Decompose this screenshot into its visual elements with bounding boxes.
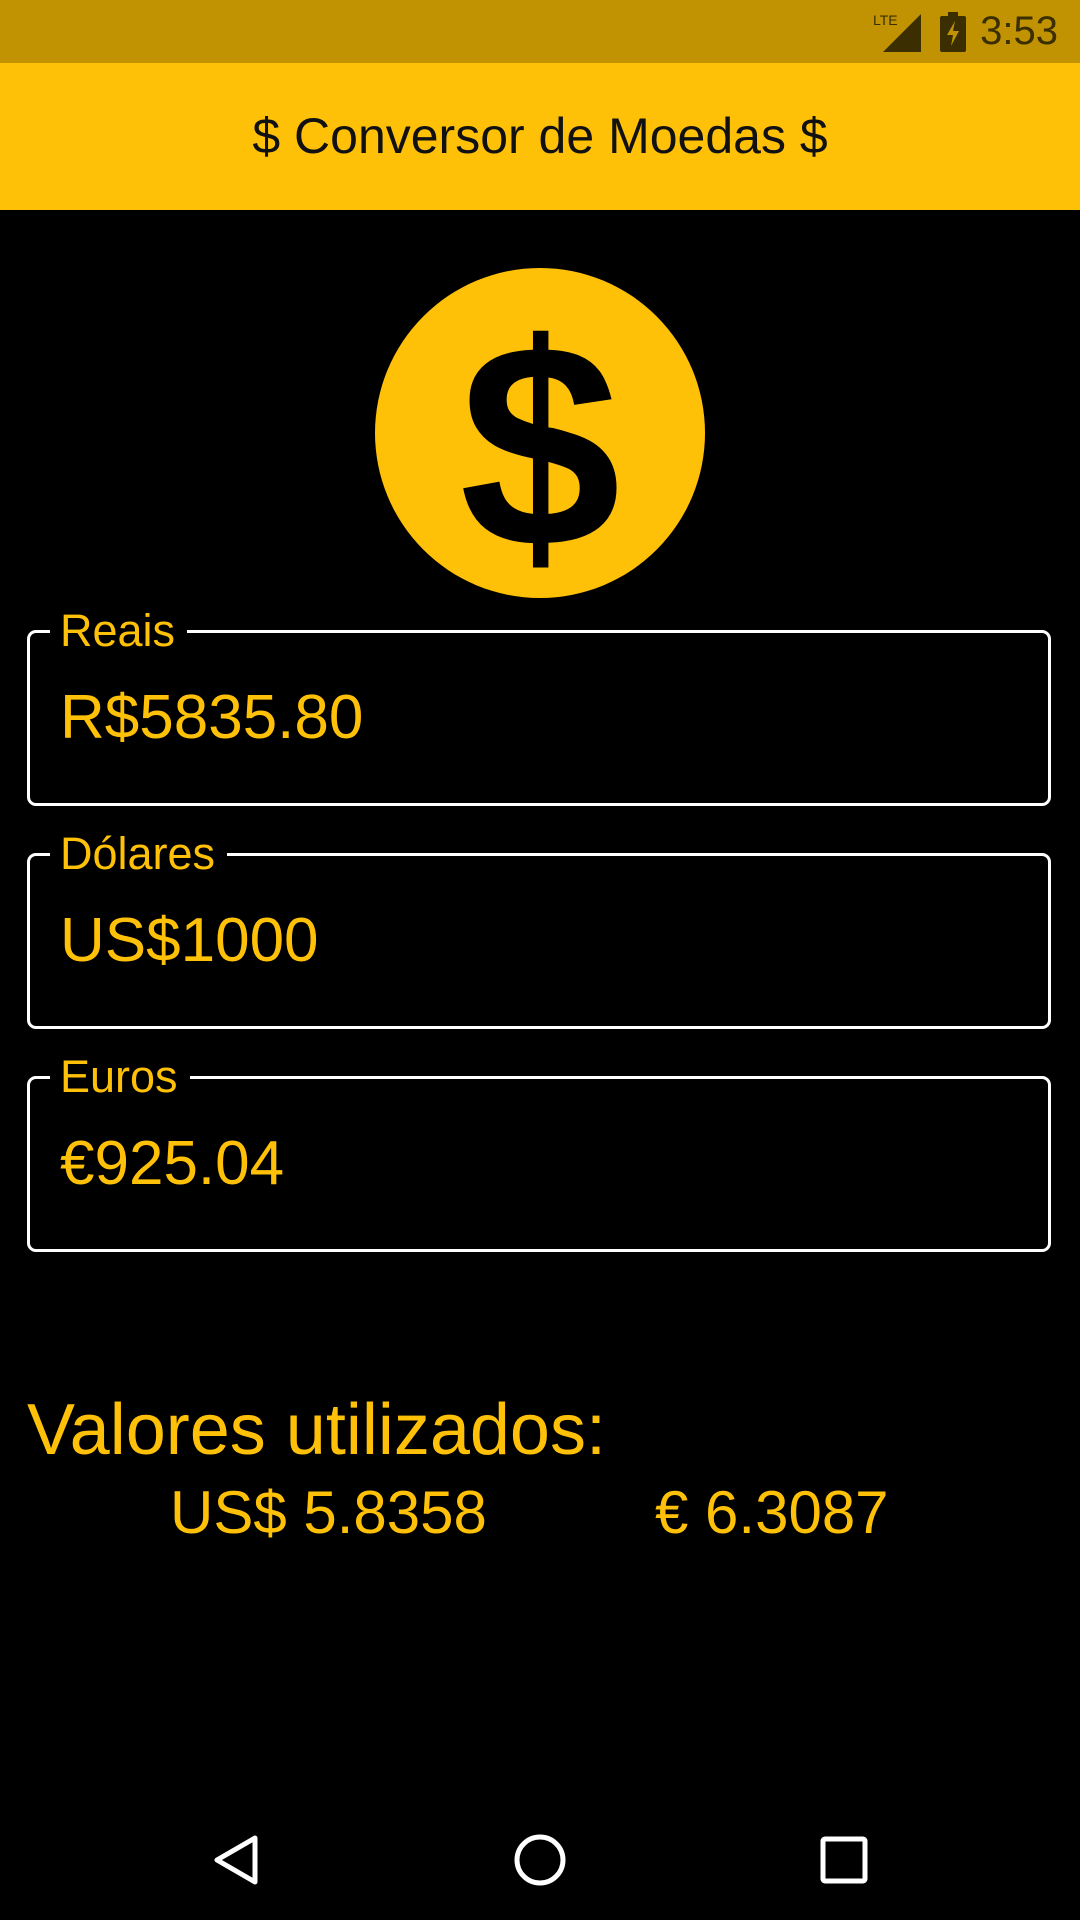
back-icon[interactable] [207, 1830, 267, 1890]
dollar-coin-icon: $ [375, 268, 705, 598]
rates-title: Valores utilizados: [27, 1390, 606, 1470]
app-title: $ Conversor de Moedas $ [252, 108, 828, 164]
dolares-field[interactable]: Dólares US$1000 [27, 829, 1051, 1029]
euros-label: Euros [50, 1052, 190, 1102]
dolares-value[interactable]: US$1000 [60, 906, 319, 976]
svg-text:$: $ [459, 284, 620, 598]
euros-value[interactable]: €925.04 [60, 1129, 284, 1199]
reais-field[interactable]: Reais R$5835.80 [27, 606, 1051, 806]
navigation-bar [0, 1800, 1080, 1920]
reais-label: Reais [50, 606, 188, 656]
status-time: 3:53 [980, 9, 1058, 53]
status-bar: LTE 3:53 [0, 0, 1080, 63]
recents-icon[interactable] [814, 1830, 874, 1890]
battery-charging-icon [940, 12, 966, 52]
dolares-label: Dólares [50, 829, 228, 879]
reais-value[interactable]: R$5835.80 [60, 683, 363, 753]
eur-rate: € 6.3087 [655, 1479, 889, 1546]
home-icon[interactable] [510, 1830, 570, 1890]
app-bar: $ Conversor de Moedas $ [0, 63, 1080, 210]
usd-rate: US$ 5.8358 [170, 1479, 487, 1546]
lte-signal-icon: LTE [873, 12, 921, 52]
svg-text:LTE: LTE [873, 12, 898, 28]
euros-field[interactable]: Euros €925.04 [27, 1052, 1051, 1252]
